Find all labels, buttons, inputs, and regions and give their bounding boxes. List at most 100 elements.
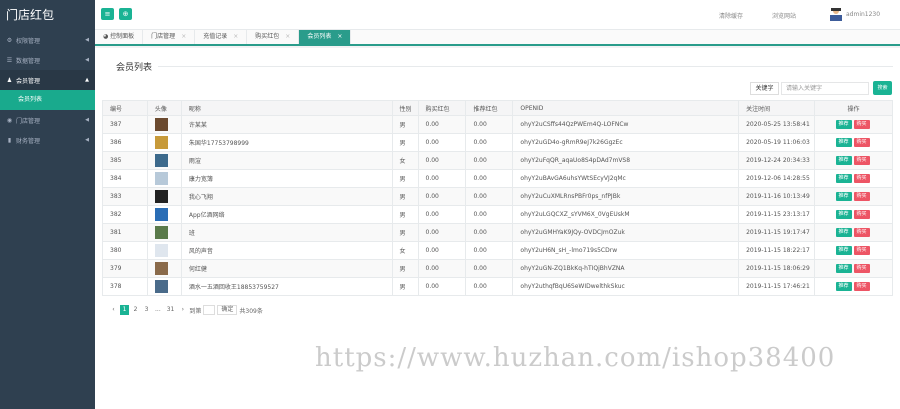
buy-button[interactable]: 购买 (853, 156, 870, 165)
tab-recharge[interactable]: 充值记录 × (195, 30, 248, 44)
buy-button[interactable]: 购买 (853, 138, 870, 147)
cell-actions: 推荐 购买 (814, 169, 893, 188)
next-page-icon[interactable]: › (178, 305, 187, 315)
cell-avatar (146, 259, 182, 278)
refresh-button[interactable]: ⊕ (119, 8, 132, 20)
sidebar-item-stores[interactable]: ◉ 门店管理 ◀ (0, 110, 95, 130)
gear-icon: ⚙ (6, 36, 13, 44)
buy-button[interactable]: 购买 (853, 228, 870, 237)
keyword-dropdown-button[interactable]: 关键字 (750, 82, 779, 95)
cell-gender: 男 (391, 205, 419, 224)
sidebar-item-label: 门店管理 (16, 117, 41, 125)
column-header: OPENID (512, 100, 740, 116)
menu-toggle-button[interactable]: ≡ (101, 8, 114, 20)
cell-nickname: 许某某 (180, 115, 393, 134)
cell-openid: ohyY2uGMHYaK9JQy-OVDCJmOZuk (512, 223, 740, 242)
recommend-button[interactable]: 推荐 (835, 282, 852, 291)
cell-id: 383 (102, 187, 148, 206)
avatar (154, 226, 168, 239)
avatar (154, 262, 168, 275)
recommend-button[interactable]: 推荐 (835, 210, 852, 219)
column-header: 性别 (391, 100, 419, 116)
clear-cache-link[interactable]: 清除缓存 (719, 11, 743, 20)
buy-button[interactable]: 购买 (853, 192, 870, 201)
cell-follow-time: 2019-11-16 10:13:49 (738, 187, 816, 206)
cell-recommend-redpacket: 0.00 (465, 151, 514, 170)
recommend-button[interactable]: 推荐 (835, 120, 852, 129)
table-row: 378 酒水一五酒回收王18853759527 男 0.00 0.00 ohyY2uthq… (102, 277, 893, 296)
cell-recommend-redpacket: 0.00 (465, 205, 514, 224)
sidebar-item-label: 数据管理 (16, 57, 41, 65)
table-row: 380 风的声音女 0.00 0.00 ohyY2uH6N_sH_-lmo719s5CD… (102, 241, 893, 260)
column-header: 头像 (146, 100, 182, 116)
cell-buy-redpacket: 0.00 (417, 133, 467, 152)
recommend-button[interactable]: 推荐 (835, 264, 852, 273)
tab-member-list[interactable]: 会员列表 × (299, 30, 352, 44)
cell-buy-redpacket: 0.00 (417, 259, 467, 278)
cell-actions: 推荐 购买 (814, 133, 893, 152)
sidebar-subitem-member-list[interactable]: 会员列表 (0, 90, 95, 110)
buy-button[interactable]: 购买 (853, 210, 870, 219)
sidebar-item-data[interactable]: ☰ 数据管理 ◀ (0, 50, 95, 70)
view-site-link[interactable]: 浏览网站 (772, 11, 796, 20)
cell-id: 378 (102, 277, 148, 296)
close-icon[interactable]: × (337, 33, 342, 40)
close-icon[interactable]: × (181, 33, 186, 40)
buy-button[interactable]: 购买 (853, 282, 870, 291)
chevron-down-icon: ▲ (85, 77, 89, 83)
tab-bar: ◕ 控制面板 门店管理 × 充值记录 × 购买红包 × 会员列表 × (95, 30, 900, 46)
cell-nickname: App亿酒网络 (180, 205, 393, 224)
recommend-button[interactable]: 推荐 (835, 174, 852, 183)
close-icon[interactable]: × (233, 33, 238, 40)
page-title: 会员列表 (116, 63, 153, 73)
column-header: 操作 (814, 100, 893, 116)
users-icon: ♟ (6, 76, 13, 84)
page-go-button[interactable]: 确定 (217, 305, 238, 315)
recommend-button[interactable]: 推荐 (835, 192, 852, 201)
buy-button[interactable]: 购买 (853, 120, 870, 129)
recommend-button[interactable]: 推荐 (835, 246, 852, 255)
cell-follow-time: 2020-05-25 13:58:41 (738, 115, 816, 134)
buy-button[interactable]: 购买 (853, 246, 870, 255)
jump-label: 到第 (189, 307, 202, 315)
cell-openid: ohyY2uthqfBqU6SeWIDwelthkSkuc (512, 277, 740, 296)
cell-id: 381 (102, 223, 148, 242)
recommend-button[interactable]: 推荐 (835, 156, 852, 165)
sidebar-item-members[interactable]: ♟ 会员管理 ▲ (0, 70, 95, 90)
cell-follow-time: 2019-11-15 18:22:17 (738, 241, 816, 260)
table-row: 383 我心飞翔男 0.00 0.00 ohyY2uCuXMLRnsPBFr0ps_nf… (102, 187, 893, 206)
page-1[interactable]: 1 (120, 305, 129, 315)
avatar (154, 244, 168, 257)
search-input[interactable]: 请输入关键字 (781, 82, 869, 95)
cell-recommend-redpacket: 0.00 (465, 115, 514, 134)
cell-buy-redpacket: 0.00 (417, 223, 467, 242)
page-jump-input[interactable] (203, 305, 216, 315)
search-button[interactable]: 搜索 (873, 81, 892, 95)
pagination: ‹ 1 2 3 ... 31 › 到第 确定 共309条 (109, 305, 263, 315)
cell-gender: 女 (391, 241, 419, 260)
page-2[interactable]: 2 (131, 305, 140, 315)
recommend-button[interactable]: 推荐 (835, 228, 852, 237)
buy-button[interactable]: 购买 (853, 174, 870, 183)
prev-page-icon[interactable]: ‹ (109, 305, 118, 315)
tab-stores[interactable]: 门店管理 × (143, 30, 196, 44)
user-avatar-icon[interactable] (829, 7, 843, 21)
tab-dashboard[interactable]: ◕ 控制面板 (95, 30, 144, 44)
cell-openid: ohyY2uCuXMLRnsPBFr0ps_nfPJBk (512, 187, 740, 206)
cell-follow-time: 2019-12-24 20:34:33 (738, 151, 816, 170)
member-table: 编号 头像 昵称 性别 购买红包 推荐红包 OPENID 关注时间 操作 387… (102, 100, 893, 296)
close-icon[interactable]: × (285, 33, 290, 40)
sidebar-item-finance[interactable]: ▮ 财务管理 ◀ (0, 130, 95, 150)
tab-buy-redpacket[interactable]: 购买红包 × (247, 30, 300, 44)
cell-follow-time: 2019-11-15 23:13:17 (738, 205, 816, 224)
page-3[interactable]: 3 (142, 305, 151, 315)
cell-openid: ohyY2uH6N_sH_-lmo719s5CDrw (512, 241, 740, 260)
buy-button[interactable]: 购买 (853, 264, 870, 273)
recommend-button[interactable]: 推荐 (835, 138, 852, 147)
cell-gender: 男 (391, 277, 419, 296)
page-last[interactable]: 31 (165, 305, 177, 315)
cell-gender: 女 (391, 151, 419, 170)
cell-avatar (146, 133, 182, 152)
sidebar-item-permissions[interactable]: ⚙ 权限管理 ◀ (0, 30, 95, 50)
user-name[interactable]: admin1230 (846, 11, 880, 18)
